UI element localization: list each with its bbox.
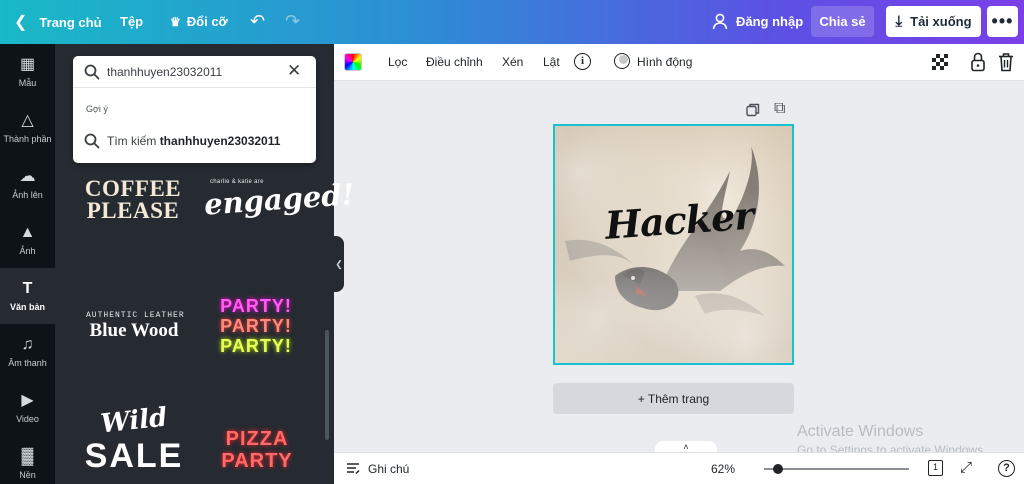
rail-item-templates[interactable]: ▦ Mẫu (0, 44, 55, 100)
search-input[interactable] (107, 62, 282, 82)
info-icon[interactable]: i (574, 53, 591, 70)
suggestion-text: Tìm kiếm thanhhuyen23032011 (107, 134, 280, 148)
fog-overlay (555, 126, 792, 363)
animate-icon[interactable] (614, 53, 630, 69)
file-menu-button[interactable]: Tệp (120, 14, 143, 29)
rail-item-uploads[interactable]: ☁ Ảnh lên (0, 156, 55, 212)
rail-item-label: Ảnh lên (12, 189, 43, 200)
adjust-button[interactable]: Điều chỉnh (426, 55, 483, 69)
login-label: Đăng nhập (736, 14, 804, 29)
template-coffee-please[interactable]: COFFEE PLEASE (80, 176, 186, 223)
resize-label: Đổi cỡ (186, 14, 228, 29)
home-button[interactable]: ❮ Trang chủ (14, 12, 102, 32)
download-icon: ⤓ (895, 13, 903, 30)
search-row: ✕ (73, 56, 316, 88)
elements-icon: △ (21, 111, 34, 129)
suggestion-item[interactable]: Tìm kiếm thanhhuyen23032011 (73, 128, 316, 154)
rail-item-label: Mẫu (18, 77, 37, 88)
authentic-leather-caption: AUTHENTIC LEATHER (86, 311, 185, 320)
flip-button[interactable]: Lật (543, 55, 560, 69)
zoom-level[interactable]: 62% (711, 462, 735, 476)
chevron-up-icon: ˄ (683, 442, 689, 452)
party-line: PARTY! (220, 336, 292, 356)
music-icon: ♫ (21, 335, 34, 353)
filter-button[interactable]: Lọc (388, 55, 407, 69)
top-bar: ❮ Trang chủ Tệp ♛ Đổi cỡ ↶ ↷ Đăng nhập C… (0, 0, 1024, 44)
duplicate-page-icon[interactable] (746, 103, 760, 117)
search-dropdown: ✕ Gợi ý Tìm kiếm thanhhuyen23032011 (73, 56, 316, 163)
color-picker-button[interactable] (344, 53, 362, 71)
collapse-panel-button[interactable]: ❮ (334, 236, 344, 292)
crown-icon: ♛ (170, 14, 181, 29)
rail-item-label: Video (16, 413, 39, 424)
activate-windows-title: Activate Windows (797, 423, 924, 440)
coffee-line1: COFFEE (84, 176, 182, 201)
template-pizza-party[interactable]: PIZZA PARTY (214, 428, 300, 472)
panel-scrollbar[interactable] (325, 330, 329, 440)
template-engaged[interactable]: engaged! (203, 177, 355, 222)
user-icon (712, 13, 728, 30)
close-icon[interactable]: ✕ (287, 62, 301, 80)
suggestion-prefix: Tìm kiếm (107, 134, 157, 148)
add-page-button[interactable]: + Thêm trang (553, 383, 794, 414)
home-label: Trang chủ (39, 14, 102, 30)
suggestion-term: thanhhuyen23032011 (159, 134, 281, 148)
rail-item-photos[interactable]: ▲ Ảnh (0, 212, 55, 268)
animate-button[interactable]: Hình động (637, 55, 692, 69)
design-page[interactable]: Hacker (553, 124, 794, 365)
background-icon: ▓ (21, 447, 34, 465)
notes-icon[interactable] (346, 461, 360, 475)
resize-button[interactable]: ♛ Đổi cỡ (170, 14, 228, 29)
party-line: PARTY! (220, 316, 292, 336)
more-options-button[interactable]: ••• (987, 6, 1018, 37)
rail-item-label: Âm thanh (8, 357, 47, 368)
transparency-icon[interactable] (932, 54, 948, 70)
crop-button[interactable]: Xén (502, 55, 523, 69)
chevron-left-icon: ❮ (14, 14, 28, 31)
editor-toolbar: Lọc Điều chỉnh Xén Lật i Hình động (334, 44, 1024, 81)
notes-button[interactable]: Ghi chú (368, 462, 409, 476)
search-icon (84, 133, 100, 149)
rail-item-label: Nền (19, 469, 36, 480)
login-button[interactable]: Đăng nhập (712, 13, 803, 30)
pizza-line: PIZZA (225, 428, 289, 450)
left-rail: ▦ Mẫu △ Thành phần ☁ Ảnh lên ▲ Ảnh T Văn… (0, 44, 55, 484)
suggestions-heading: Gợi ý (86, 104, 108, 114)
upload-icon: ☁ (19, 167, 36, 185)
rail-item-background[interactable]: ▓ Nền (0, 436, 55, 484)
party-line: PARTY! (220, 296, 292, 316)
bottom-bar: Ghi chú 62% 1 ⤢ ? (334, 452, 1024, 484)
download-button[interactable]: ⤓ Tải xuống (886, 6, 981, 37)
video-icon: ▶ (21, 391, 34, 409)
rail-item-elements[interactable]: △ Thành phần (0, 100, 55, 156)
rail-item-label: Ảnh (19, 245, 36, 256)
undo-icon[interactable]: ↶ (250, 11, 265, 32)
page-count-button[interactable]: 1 (928, 460, 943, 476)
text-icon: T (22, 279, 33, 297)
coffee-line2: PLEASE (86, 198, 180, 223)
rail-item-text[interactable]: T Văn bản (0, 268, 55, 324)
download-label: Tải xuống (910, 14, 972, 29)
redo-icon[interactable]: ↷ (285, 11, 300, 32)
zoom-slider-handle[interactable] (773, 464, 783, 474)
rail-item-label: Văn bản (9, 301, 45, 312)
trash-icon[interactable] (998, 52, 1014, 72)
template-sale[interactable]: SALE (84, 437, 184, 475)
share-button[interactable]: Chia sẻ (811, 6, 874, 37)
image-icon: ▲ (19, 223, 36, 241)
rail-item-audio[interactable]: ♫ Âm thanh (0, 324, 55, 380)
chevron-left-icon: ❮ (335, 258, 343, 269)
fullscreen-icon[interactable]: ⤢ (960, 460, 972, 476)
add-page-icon[interactable]: ⧉ (774, 101, 785, 117)
rail-item-label: Thành phần (3, 133, 52, 144)
rail-item-video[interactable]: ▶ Video (0, 380, 55, 436)
lock-icon[interactable] (970, 52, 986, 72)
pizza-line: PARTY (221, 450, 293, 472)
zoom-slider-track[interactable] (764, 468, 909, 470)
help-icon[interactable]: ? (998, 460, 1015, 477)
template-icon: ▦ (19, 55, 36, 73)
template-blue-wood[interactable]: Blue Wood (84, 320, 184, 342)
template-party[interactable]: PARTY! PARTY! PARTY! (210, 296, 302, 356)
search-icon (84, 64, 100, 80)
